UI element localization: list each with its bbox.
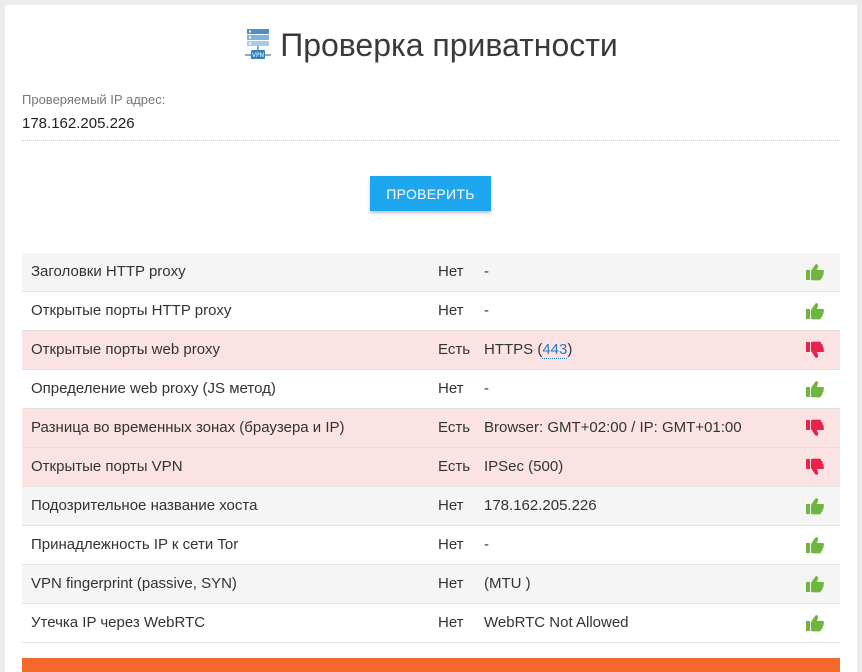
check-status: Нет [438, 263, 464, 280]
table-row: Утечка IP через WebRTC Нет WebRTC Not Al… [22, 604, 840, 643]
thumbs-up-icon [805, 380, 825, 398]
table-row: Открытые порты VPN Есть IPSec (500) [22, 448, 840, 487]
check-status: Нет [438, 575, 464, 592]
thumbs-up-icon [805, 302, 825, 320]
check-detail: HTTPS (443) [484, 341, 573, 359]
check-name: Принадлежность IP к сети Tor [31, 536, 239, 553]
table-row: Открытые порты web proxy Есть HTTPS (443… [22, 331, 840, 370]
check-status: Нет [438, 380, 464, 397]
check-name: Открытые порты VPN [31, 458, 183, 475]
check-name: Определение web proxy (JS метод) [31, 380, 276, 397]
page-header: VPN Проверка приватности [5, 23, 857, 67]
table-row: Определение web proxy (JS метод) Нет - [22, 370, 840, 409]
check-detail: WebRTC Not Allowed [484, 614, 629, 631]
detail-prefix: HTTPS ( [484, 341, 543, 358]
check-status: Есть [438, 341, 471, 358]
port-link[interactable]: 443 [542, 341, 568, 359]
check-status: Нет [438, 536, 464, 553]
check-detail: Browser: GMT+02:00 / IP: GMT+01:00 [484, 419, 742, 436]
detail-suffix: ) [567, 341, 573, 358]
check-detail: - [484, 302, 489, 319]
check-detail: - [484, 536, 489, 553]
check-name: Подозрительное название хоста [31, 497, 258, 514]
page-title: Проверка приватности [280, 26, 618, 63]
check-detail: 178.162.205.226 [484, 497, 597, 514]
thumbs-up-icon [805, 614, 825, 632]
thumbs-up-icon [805, 536, 825, 554]
thumbs-up-icon [805, 263, 825, 281]
check-button[interactable]: ПРОВЕРИТЬ [370, 176, 491, 211]
check-detail: - [484, 263, 489, 280]
table-row: Заголовки HTTP proxy Нет - [22, 253, 840, 292]
bottom-banner [22, 658, 840, 672]
divider [22, 140, 840, 141]
vpn-server-icon: VPN [244, 27, 272, 63]
check-detail: IPSec (500) [484, 458, 564, 475]
results-table: Заголовки HTTP proxy Нет - Открытые порт… [22, 253, 840, 643]
check-name: Открытые порты web proxy [31, 341, 221, 358]
check-status: Есть [438, 419, 471, 436]
ip-label: Проверяемый IP адрес: [22, 92, 166, 107]
table-row: Открытые порты HTTP proxy Нет - [22, 292, 840, 331]
table-row: Принадлежность IP к сети Tor Нет - [22, 526, 840, 565]
check-name: Разница во временных зонах (браузера и I… [31, 419, 345, 436]
check-status: Нет [438, 614, 464, 631]
table-row: VPN fingerprint (passive, SYN) Нет (MTU … [22, 565, 840, 604]
check-name: VPN fingerprint (passive, SYN) [31, 575, 237, 592]
ip-value: 178.162.205.226 [22, 115, 135, 132]
thumbs-down-icon [805, 458, 825, 476]
privacy-check-card: VPN Проверка приватности Проверяемый IP … [5, 5, 857, 672]
check-name: Открытые порты HTTP proxy [31, 302, 232, 319]
check-name: Заголовки HTTP proxy [31, 263, 186, 280]
check-detail: - [484, 380, 489, 397]
check-status: Нет [438, 302, 464, 319]
check-status: Есть [438, 458, 471, 475]
thumbs-up-icon [805, 497, 825, 515]
thumbs-down-icon [805, 419, 825, 437]
check-status: Нет [438, 497, 464, 514]
thumbs-down-icon [805, 341, 825, 359]
thumbs-up-icon [805, 575, 825, 593]
check-detail: (MTU ) [484, 575, 531, 592]
check-name: Утечка IP через WebRTC [31, 614, 206, 631]
table-row: Разница во временных зонах (браузера и I… [22, 409, 840, 448]
table-row: Подозрительное название хоста Нет 178.16… [22, 487, 840, 526]
svg-text:VPN: VPN [252, 52, 264, 59]
